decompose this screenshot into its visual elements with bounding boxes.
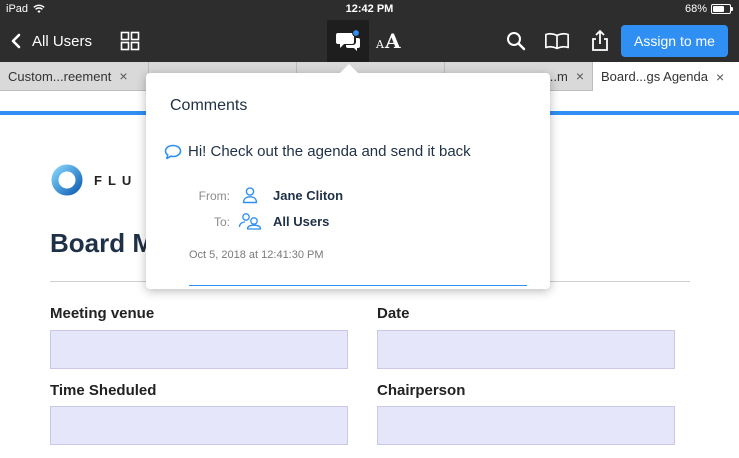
font-big-glyph: A bbox=[384, 29, 401, 53]
battery-percent: 68% bbox=[684, 3, 707, 15]
to-label: To: bbox=[213, 215, 230, 229]
comment-text: Hi! Check out the agenda and send it bac… bbox=[188, 143, 471, 160]
close-icon[interactable]: × bbox=[576, 68, 584, 84]
date-label: Date bbox=[377, 305, 410, 322]
status-bar: iPad 12:42 PM 68% bbox=[0, 0, 739, 20]
grid-icon bbox=[120, 31, 140, 51]
status-right: 68% bbox=[684, 3, 733, 15]
close-icon[interactable]: × bbox=[716, 69, 724, 85]
search-button[interactable] bbox=[503, 29, 529, 53]
speech-bubble-icon bbox=[164, 144, 182, 159]
search-icon bbox=[507, 32, 526, 51]
chairperson-label: Chairperson bbox=[377, 382, 466, 399]
user-group-icon bbox=[238, 213, 262, 230]
meeting-venue-label: Meeting venue bbox=[50, 305, 155, 322]
from-label: From: bbox=[198, 189, 230, 203]
chairperson-field[interactable] bbox=[377, 406, 675, 445]
popover-arrow bbox=[339, 64, 359, 74]
tab-board-meetings-agenda[interactable]: Board...gs Agenda × bbox=[593, 62, 739, 91]
close-icon[interactable]: × bbox=[119, 68, 127, 84]
to-value: All Users bbox=[273, 214, 330, 229]
share-icon bbox=[592, 30, 608, 51]
comments-button[interactable] bbox=[327, 20, 369, 62]
chevron-left-icon bbox=[11, 33, 21, 49]
tab-custom-agreement[interactable]: Custom...reement × bbox=[0, 62, 149, 90]
user-icon bbox=[242, 187, 258, 204]
book-button[interactable] bbox=[544, 29, 570, 53]
font-size-button[interactable]: A A bbox=[376, 29, 400, 53]
grid-view-button[interactable] bbox=[118, 29, 142, 53]
date-field[interactable] bbox=[377, 330, 675, 369]
comment-timestamp: Oct 5, 2018 at 12:41:30 PM bbox=[189, 249, 324, 261]
popover-title: Comments bbox=[170, 97, 248, 114]
back-button-label: All Users bbox=[32, 32, 93, 50]
toolbar: All Users A A Assign to me bbox=[0, 20, 739, 62]
tab-label: Board...gs Agenda bbox=[601, 69, 708, 84]
comments-popover: Comments Hi! Check out the agenda and se… bbox=[146, 64, 550, 289]
time-scheduled-field[interactable] bbox=[50, 406, 348, 445]
share-button[interactable] bbox=[587, 29, 613, 53]
from-value: Jane Cliton bbox=[273, 188, 344, 203]
time-scheduled-label: Time Sheduled bbox=[50, 382, 157, 399]
font-small-glyph: A bbox=[376, 38, 384, 51]
battery-fill bbox=[713, 6, 724, 12]
book-icon bbox=[545, 32, 569, 50]
battery-icon bbox=[711, 4, 733, 14]
back-button[interactable]: All Users bbox=[10, 29, 92, 53]
logo-ring-icon bbox=[51, 164, 83, 196]
comment-item[interactable]: Hi! Check out the agenda and send it bac… bbox=[164, 143, 471, 160]
status-time: 12:42 PM bbox=[345, 3, 394, 15]
comments-icon bbox=[336, 29, 360, 51]
tab-label: Custom...reement bbox=[8, 68, 112, 84]
meeting-venue-field[interactable] bbox=[50, 330, 348, 369]
logo-text: FLU bbox=[94, 172, 138, 188]
assign-to-me-button[interactable]: Assign to me bbox=[621, 25, 728, 57]
document-title: Board M bbox=[50, 228, 154, 258]
comment-input-underline[interactable] bbox=[189, 285, 527, 286]
company-logo: FLU bbox=[50, 163, 137, 197]
